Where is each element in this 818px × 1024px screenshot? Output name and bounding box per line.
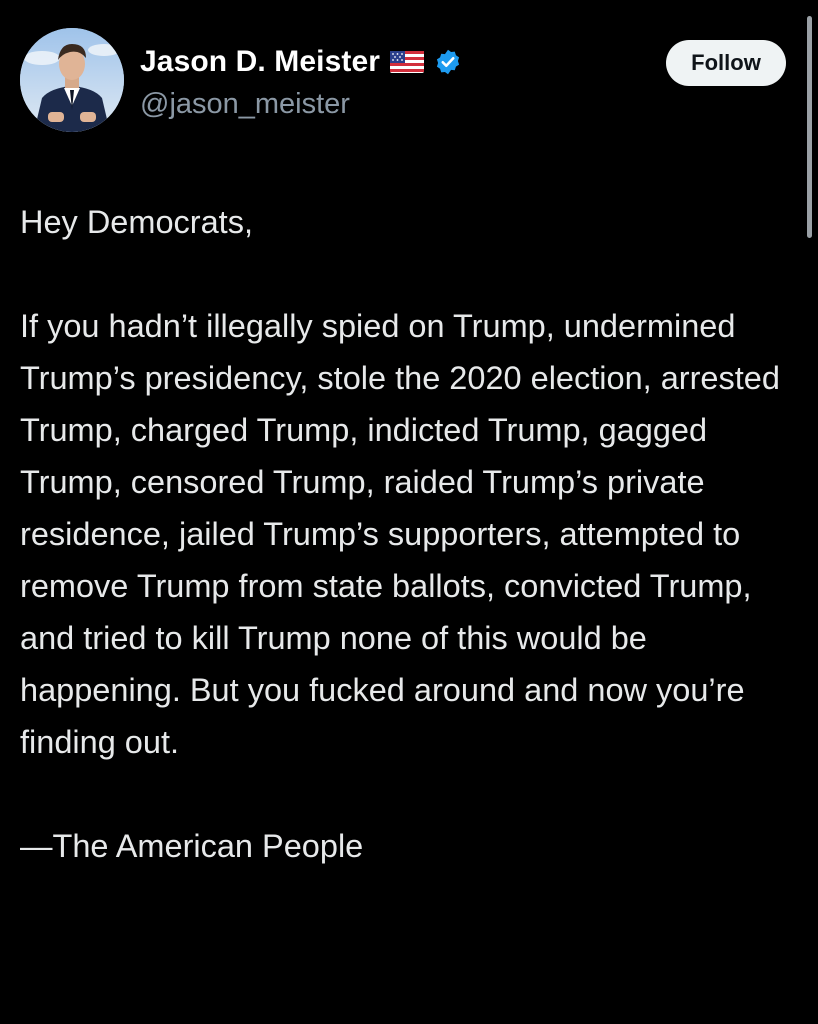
follow-button[interactable]: Follow [666, 40, 786, 86]
tweet-text: Hey Democrats, If you hadn’t illegally s… [20, 196, 780, 872]
us-flag-icon [390, 51, 425, 73]
scrollbar[interactable] [807, 16, 812, 238]
avatar-image [20, 28, 124, 132]
tweet-body: If you hadn’t illegally spied on Trump, … [20, 308, 780, 760]
tweet-signature: —The American People [20, 828, 364, 864]
author-handle[interactable]: @jason_meister [140, 88, 350, 121]
author-display-name[interactable]: Jason D. Meister [140, 45, 380, 79]
author-name-row: Jason D. Meister [140, 42, 462, 82]
tweet-greeting: Hey Democrats, [20, 204, 253, 240]
avatar[interactable] [20, 28, 124, 132]
verified-badge-icon [434, 48, 462, 76]
tweet-header: Jason D. Meister @jason_meister Follow [20, 28, 790, 138]
